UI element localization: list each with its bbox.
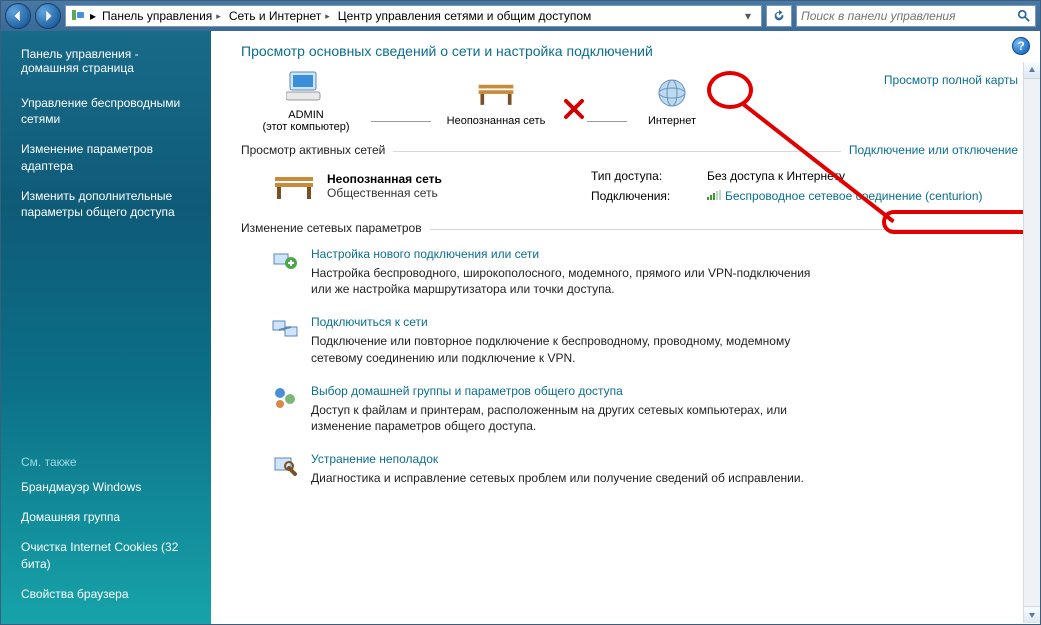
window-body: Панель управления - домашняя страница Уп… (1, 31, 1040, 624)
connections-label: Подключения: (591, 189, 691, 203)
help-button[interactable]: ? (1012, 37, 1030, 55)
option-0-title[interactable]: Настройка нового подключения или сети (311, 247, 831, 261)
search-icon (1017, 9, 1031, 23)
option-2-title[interactable]: Выбор домашней группы и параметров общег… (311, 384, 831, 398)
map-node-network[interactable]: Неопознанная сеть (431, 75, 561, 127)
sidebar: Панель управления - домашняя страница Уп… (1, 31, 211, 624)
see-also-2[interactable]: Очистка Internet Cookies (32 бита) (21, 539, 199, 571)
connect-disconnect-link[interactable]: Подключение или отключение (849, 143, 1018, 157)
change-params-header: Изменение сетевых параметров (241, 221, 1018, 235)
window-frame: ▸ Панель управления▸ Сеть и Интернет▸ Це… (0, 0, 1041, 625)
scroll-down-button[interactable] (1024, 606, 1040, 623)
option-3-desc: Диагностика и исправление сетевых пробле… (311, 470, 804, 486)
map-node-computer[interactable]: ADMIN (этот компьютер) (241, 69, 371, 133)
bench-icon-small (271, 171, 317, 201)
homegroup-icon (271, 384, 299, 412)
sidebar-link-1[interactable]: Изменение параметров адаптера (21, 141, 199, 173)
change-params-label: Изменение сетевых параметров (241, 221, 422, 235)
back-button[interactable] (5, 3, 31, 29)
scroll-up-button[interactable] (1024, 62, 1040, 79)
vertical-scrollbar[interactable] (1023, 62, 1040, 623)
see-also-label: См. также (21, 455, 199, 469)
breadcrumb-item-2[interactable]: Центр управления сетями и общим доступом (336, 9, 594, 23)
forward-button[interactable] (35, 3, 61, 29)
option-1-desc: Подключение или повторное подключение к … (311, 333, 831, 365)
page-title: Просмотр основных сведений о сети и наст… (241, 43, 1018, 59)
active-networks-header: Просмотр активных сетей Подключение или … (241, 143, 1018, 157)
option-3-title[interactable]: Устранение неполадок (311, 452, 804, 466)
options-list: Настройка нового подключения или сети На… (241, 241, 1018, 486)
internet-label: Интернет (648, 115, 696, 127)
troubleshoot-icon (271, 452, 299, 480)
sidebar-link-2[interactable]: Изменить дополнительные параметры общего… (21, 188, 199, 220)
network-map: ADMIN (этот компьютер) Неопознанная сеть (241, 69, 1018, 133)
option-0: Настройка нового подключения или сети На… (271, 247, 1018, 297)
see-also-1[interactable]: Домашняя группа (21, 509, 199, 525)
breadcrumb-box[interactable]: ▸ Панель управления▸ Сеть и Интернет▸ Це… (65, 5, 762, 27)
computer-label: ADMIN (288, 109, 323, 121)
sidebar-home[interactable]: Панель управления - домашняя страница (21, 47, 199, 75)
option-3: Устранение неполадок Диагностика и испра… (271, 452, 1018, 486)
active-networks-label: Просмотр активных сетей (241, 143, 385, 157)
sidebar-link-0[interactable]: Управление беспроводными сетями (21, 95, 199, 127)
map-line-2 (587, 121, 627, 122)
search-box[interactable] (796, 5, 1036, 27)
network-type[interactable]: Общественная сеть (327, 186, 442, 200)
breadcrumb-item-0[interactable]: Панель управления▸ (100, 9, 223, 23)
option-1-title[interactable]: Подключиться к сети (311, 315, 831, 329)
breadcrumb-icon (70, 7, 86, 26)
chevron-icon: ▸ (90, 9, 96, 23)
address-dropdown[interactable]: ▾ (739, 9, 757, 23)
breadcrumb-item-1[interactable]: Сеть и Интернет▸ (227, 9, 332, 23)
computer-sublabel: (этот компьютер) (262, 121, 349, 133)
connection-link[interactable]: Беспроводное сетевое соединение (centuri… (707, 189, 983, 203)
view-full-map-link[interactable]: Просмотр полной карты (884, 69, 1018, 87)
signal-icon (707, 189, 721, 199)
map-line-1 (371, 121, 431, 122)
globe-icon (651, 75, 693, 111)
option-0-desc: Настройка беспроводного, широкополосного… (311, 265, 831, 297)
active-network-row: Неопознанная сеть Общественная сеть Тип … (241, 163, 1018, 213)
refresh-button[interactable] (766, 5, 792, 27)
address-bar: ▸ Панель управления▸ Сеть и Интернет▸ Це… (1, 1, 1040, 31)
connect-network-icon (271, 315, 299, 343)
computer-icon (285, 69, 327, 105)
search-input[interactable] (801, 9, 1017, 23)
bench-icon (475, 75, 517, 111)
option-2-desc: Доступ к файлам и принтерам, расположенн… (311, 402, 831, 434)
network-name: Неопознанная сеть (327, 172, 442, 186)
map-error-icon (561, 96, 587, 122)
see-also-0[interactable]: Брандмауэр Windows (21, 479, 199, 495)
main-content: ? Просмотр основных сведений о сети и на… (211, 31, 1040, 624)
new-connection-icon (271, 247, 299, 275)
see-also-3[interactable]: Свойства браузера (21, 586, 199, 602)
option-2: Выбор домашней группы и параметров общег… (271, 384, 1018, 434)
option-1: Подключиться к сети Подключение или повт… (271, 315, 1018, 365)
network-label: Неопознанная сеть (447, 115, 546, 127)
access-type-label: Тип доступа: (591, 169, 691, 183)
access-type-value: Без доступа к Интернету (707, 169, 845, 183)
map-node-internet[interactable]: Интернет (627, 75, 717, 127)
